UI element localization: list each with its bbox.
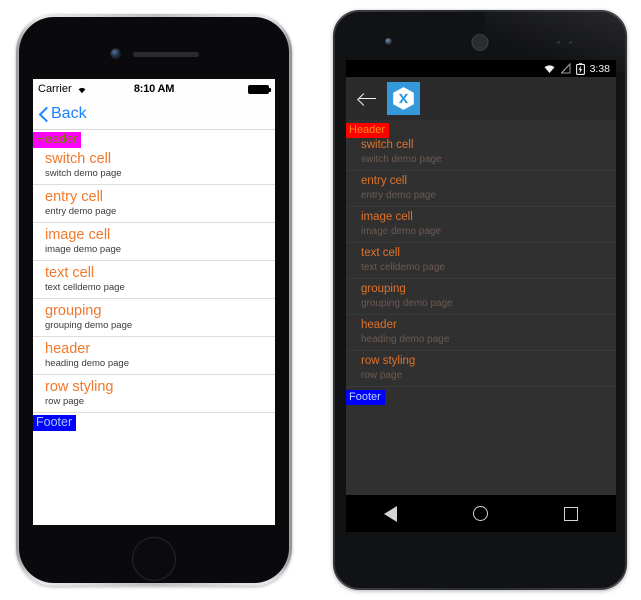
list-item-detail: heading demo page [45,358,129,369]
android-section-header: Header [346,120,616,138]
android-clock: 3:38 [589,62,610,75]
list-item-detail: entry demo page [361,190,437,201]
list-item[interactable]: grouping grouping demo page [33,299,275,337]
list-item-title: text cell [45,265,95,281]
list-item-title: image cell [361,211,413,223]
device-comparison-stage: Carrier 8:10 AM Back Header switch cell … [0,0,641,600]
list-item-detail: row page [45,396,85,407]
list-item[interactable]: entry cell entry demo page [346,171,616,207]
list-item-title: row styling [361,355,416,367]
list-item-title: entry cell [361,175,408,187]
android-action-bar [346,77,616,120]
list-item-title: grouping [45,303,102,319]
ios-clock: 8:10 AM [133,83,175,95]
list-item[interactable]: text cell text celldemo page [33,261,275,299]
nav-back-triangle-icon[interactable] [384,505,397,522]
list-item-detail: row page [361,370,403,381]
ios-section-header-label: Header [33,132,81,148]
list-item[interactable]: switch cell switch demo page [33,147,275,185]
battery-charging-icon [575,62,585,75]
ios-navigation-bar: Back [33,99,275,130]
front-camera-icon [111,49,120,58]
nav-recents-square-icon[interactable] [564,506,578,521]
android-screen: 3:38 Header switch cell switch demo page… [346,60,616,532]
list-item-detail: switch demo page [45,168,122,179]
battery-full-icon [248,85,271,94]
list-item-title: row styling [45,379,114,395]
ios-section-header: Header [33,130,275,148]
list-item-title: grouping [361,283,406,295]
list-item[interactable]: row styling row page [33,375,275,413]
arrow-left-icon[interactable] [359,92,377,106]
list-item[interactable]: switch cell switch demo page [346,135,616,171]
list-item-detail: image demo page [361,226,442,237]
list-item-title: switch cell [361,139,414,151]
android-device-frame: 3:38 Header switch cell switch demo page… [333,10,627,590]
ios-section-footer-label: Footer [33,415,77,431]
ios-section-footer: Footer [33,413,275,431]
wifi-icon [544,65,555,73]
list-item-title: header [45,341,91,357]
list-item[interactable]: header heading demo page [33,337,275,375]
list-item[interactable]: image cell image demo page [346,207,616,243]
list-item-detail: grouping demo page [45,320,133,331]
list-item[interactable]: header heading demo page [346,315,616,351]
list-item-detail: entry demo page [45,206,117,217]
ios-back-button[interactable]: Back [39,105,87,123]
list-item-detail: text celldemo page [361,262,445,273]
list-item[interactable]: entry cell entry demo page [33,185,275,223]
earpiece-speaker-icon [471,34,489,51]
android-section-footer: Footer [346,387,616,405]
list-item-title: header [361,319,397,331]
list-item-detail: image demo page [45,244,122,255]
list-item[interactable]: text cell text celldemo page [346,243,616,279]
chevron-left-icon [39,107,48,122]
list-item-detail: heading demo page [361,334,450,345]
list-item-title: image cell [45,227,111,243]
list-item-title: entry cell [45,189,104,205]
front-camera-icon [385,38,392,45]
list-item[interactable]: image cell image demo page [33,223,275,261]
nav-home-circle-icon[interactable] [473,506,488,521]
ios-list-view[interactable]: Header switch cell switch demo page entr… [33,130,275,431]
android-body: 3:38 Header switch cell switch demo page… [335,12,625,588]
home-button[interactable] [132,537,176,581]
list-item-detail: text celldemo page [45,282,125,293]
list-item-detail: switch demo page [361,154,442,165]
list-item[interactable]: grouping grouping demo page [346,279,616,315]
android-status-bar: 3:38 [346,60,616,77]
iphone-body: Carrier 8:10 AM Back Header switch cell … [19,17,289,583]
iphone-screen: Carrier 8:10 AM Back Header switch cell … [33,79,275,525]
android-navigation-bar [346,495,616,532]
android-list-view[interactable]: Header switch cell switch demo page entr… [346,120,616,405]
list-item-title: text cell [361,247,400,259]
iphone-device-frame: Carrier 8:10 AM Back Header switch cell … [16,14,292,586]
list-item-detail: grouping demo page [361,298,453,309]
ios-back-label: Back [51,105,87,122]
list-item[interactable]: row styling row page [346,351,616,387]
list-item-title: switch cell [45,151,112,167]
earpiece-speaker-icon [133,52,199,57]
ios-status-bar: Carrier 8:10 AM [33,79,275,99]
proximity-sensor-icon [557,41,579,45]
signal-off-icon [560,63,571,74]
android-section-header-label: Header [346,123,390,138]
android-section-footer-label: Footer [346,390,385,405]
xamarin-logo-icon [387,82,420,115]
